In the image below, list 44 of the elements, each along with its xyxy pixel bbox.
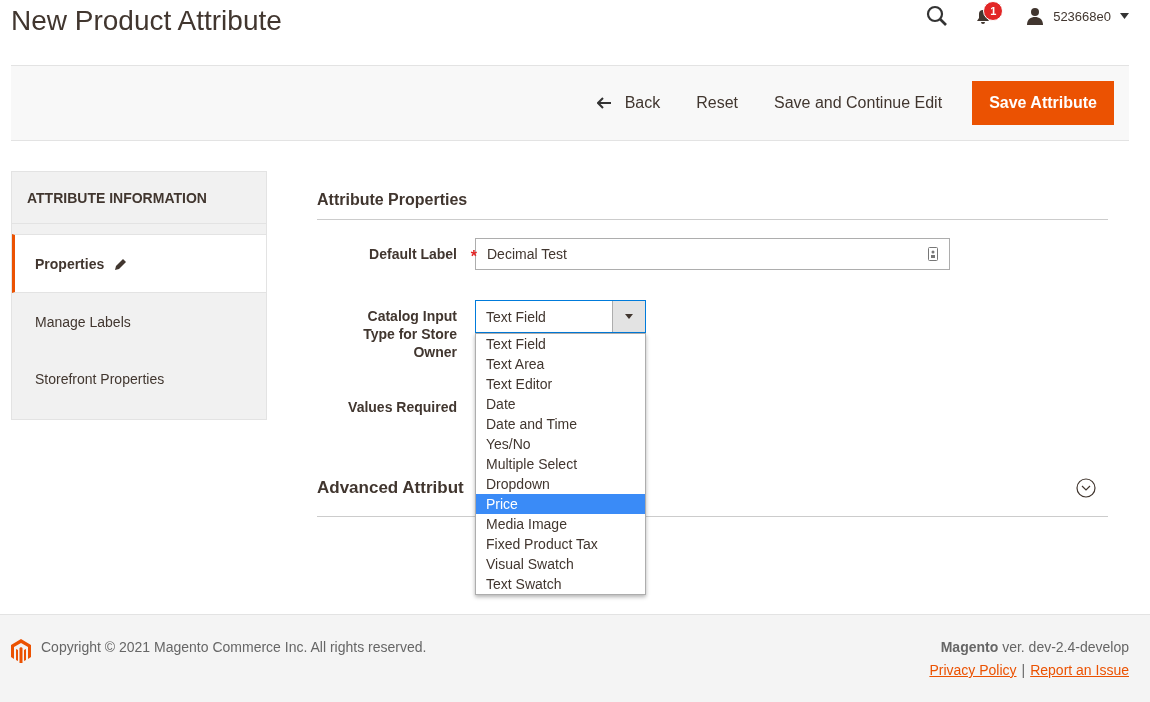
- action-button[interactable]: Reset: [682, 82, 752, 124]
- caret-icon: [1120, 13, 1129, 19]
- sidebar-tab[interactable]: Properties: [12, 234, 266, 293]
- sidebar-tab[interactable]: Storefront Properties: [12, 350, 266, 407]
- action-button[interactable]: Save and Continue Edit: [760, 82, 957, 124]
- copyright-text: Copyright © 2021 Magento Commerce Inc. All rights reserved.: [41, 639, 427, 655]
- back-button[interactable]: Back: [582, 82, 675, 124]
- contact-card-icon: [928, 247, 938, 261]
- pencil-icon: [114, 256, 129, 271]
- option[interactable]: Date: [476, 394, 645, 414]
- option[interactable]: Text Field: [476, 334, 645, 354]
- section-title: Attribute Properties: [317, 191, 1108, 220]
- user-menu[interactable]: 523668e0: [1026, 7, 1129, 25]
- option[interactable]: Media Image: [476, 514, 645, 534]
- field-label: Default Label: [369, 246, 457, 262]
- caret-icon: [625, 314, 633, 319]
- user-icon: [1026, 7, 1045, 25]
- option[interactable]: Dropdown: [476, 474, 645, 494]
- notifications-button[interactable]: 1: [974, 1, 1001, 25]
- search-icon[interactable]: [926, 5, 949, 27]
- section-title: Advanced Attribut: [317, 478, 464, 498]
- page-title: New Product Attribute: [11, 4, 282, 38]
- option[interactable]: Multiple Select: [476, 454, 645, 474]
- field-label: Catalog Input Type for Store Owner: [363, 308, 457, 360]
- option[interactable]: Date and Time: [476, 414, 645, 434]
- sidebar-tab[interactable]: Manage Labels: [12, 293, 266, 350]
- save-button[interactable]: Save Attribute: [972, 81, 1114, 125]
- option[interactable]: Visual Swatch: [476, 554, 645, 574]
- option[interactable]: Text Swatch: [476, 574, 645, 594]
- required-mark: *: [470, 248, 477, 266]
- field-label: Values Required: [348, 399, 457, 415]
- version-text: Magento ver. dev-2.4-develop: [940, 639, 1129, 655]
- link-separator: |: [1021, 662, 1026, 678]
- arrow-left-icon: [596, 97, 611, 109]
- sidebar-title: ATTRIBUTE INFORMATION: [12, 172, 266, 224]
- notification-count: 1: [983, 1, 1004, 21]
- option[interactable]: Text Editor: [476, 374, 645, 394]
- input-type-select[interactable]: Text Field: [475, 300, 646, 333]
- magento-logo: [11, 639, 31, 663]
- expand-icon[interactable]: [1076, 478, 1096, 498]
- option[interactable]: Yes/No: [476, 434, 645, 454]
- user-name: 523668e0: [1053, 8, 1111, 24]
- option[interactable]: Text Area: [476, 354, 645, 374]
- option[interactable]: Fixed Product Tax: [476, 534, 645, 554]
